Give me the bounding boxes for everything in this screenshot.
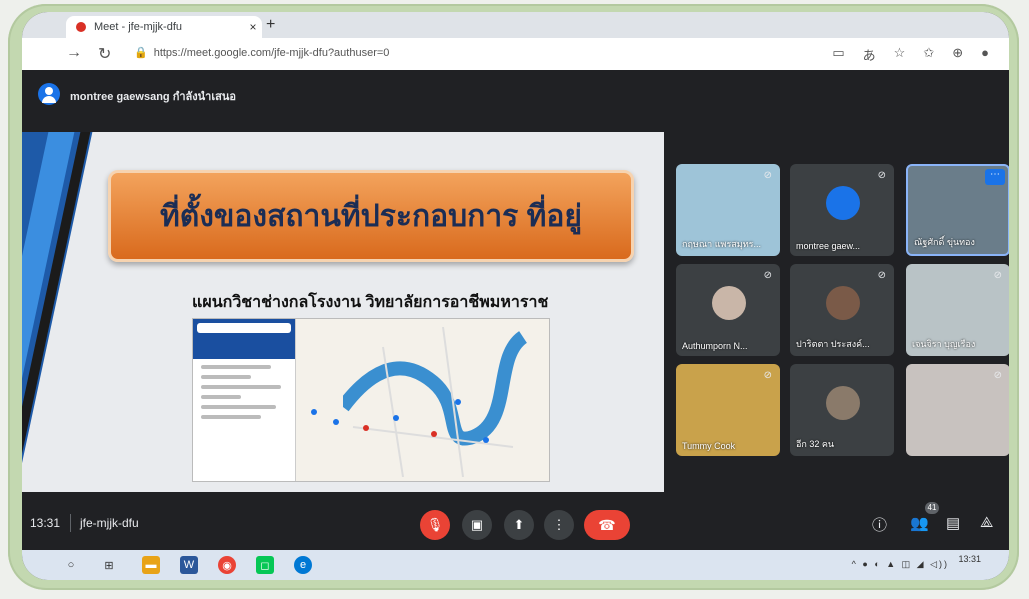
participant-tile[interactable]: ⊘ Tummy Cook xyxy=(676,364,780,456)
participant-name: ปาริตตา ประสงค์... xyxy=(796,339,870,349)
map-pin-icon xyxy=(455,399,461,405)
end-call-button[interactable]: ☎ xyxy=(584,510,630,540)
screen-cast-icon[interactable]: ▭ xyxy=(832,45,844,64)
meeting-code: jfe-mjjk-dfu xyxy=(80,516,139,530)
collections-icon[interactable]: ⊕ xyxy=(952,45,963,64)
slide-title-banner: ที่ตั้งของสถานที่ประกอบการ ที่อยู่ xyxy=(108,170,634,262)
mic-muted-icon: ⊘ xyxy=(993,370,1002,381)
system-tray-icons[interactable]: ^ ● ◐ ▲ ◫ ◢ ◁)) xyxy=(852,559,949,570)
line-icon[interactable]: ◻ xyxy=(256,556,274,574)
task-view-icon[interactable]: ⊞ xyxy=(100,556,118,574)
map-screenshot xyxy=(192,318,550,482)
activities-icon[interactable]: ⟁ xyxy=(980,514,993,531)
participant-avatar xyxy=(826,286,860,320)
screen: Meet - jfe-mjjk-dfu × + → ↻ 🔒 https://me… xyxy=(22,12,1009,580)
windows-taskbar: ○ ⊞ ▬ W ◉ ◻ e ^ ● ◐ ▲ ◫ ◢ ◁)) 13:31 xyxy=(22,550,1009,580)
more-options-icon[interactable]: ⋯ xyxy=(985,169,1005,185)
slide-subtitle: แผนกวิชาช่างกลโรงงาน วิทยาลัยการอาชีพมหา… xyxy=(192,294,549,311)
mic-muted-icon: ⊘ xyxy=(763,170,772,181)
map-side-panel xyxy=(193,319,296,481)
url-text: https://meet.google.com/jfe-mjjk-dfu?aut… xyxy=(153,46,390,59)
chat-icon[interactable]: ▤ xyxy=(946,514,960,532)
more-options-button[interactable]: ⋮ xyxy=(544,510,574,540)
participant-name: montree gaew... xyxy=(796,241,861,251)
presenter-avatar xyxy=(38,83,60,105)
present-screen-button[interactable]: ⬆ xyxy=(504,510,534,540)
mic-muted-icon: ⊘ xyxy=(877,270,886,281)
meeting-time: 13:31 xyxy=(30,516,61,530)
participant-avatar xyxy=(826,386,860,420)
participant-name: ณัฐศักดิ์ ขุ่นทอง xyxy=(914,237,975,247)
presenter-label: montree gaewsang กำลังนำเสนอ xyxy=(70,91,236,103)
participant-tile[interactable]: ⋯ ณัฐศักดิ์ ขุ่นทอง xyxy=(906,164,1009,256)
meet-header: montree gaewsang กำลังนำเสนอ xyxy=(22,70,1009,120)
map-pin-icon xyxy=(363,425,369,431)
map-pin-icon xyxy=(393,415,399,421)
participant-name: Tummy Cook xyxy=(682,441,736,451)
map-pin-icon xyxy=(483,437,489,443)
browser-tab-strip: Meet - jfe-mjjk-dfu × + xyxy=(22,12,1009,38)
presentation-slide: ที่ตั้งของสถานที่ประกอบการ ที่อยู่ แผนกว… xyxy=(22,132,664,492)
participant-tile[interactable]: ⊘ ปาริตตา ประสงค์... xyxy=(790,264,894,356)
participant-avatar xyxy=(712,286,746,320)
participant-tile[interactable]: ⊘ กฤษณา แพรสมุทร... xyxy=(676,164,780,256)
map-pin-icon xyxy=(311,409,317,415)
mic-muted-icon: ⊘ xyxy=(993,270,1002,281)
tab-close-icon[interactable]: × xyxy=(244,20,262,34)
map-search-box xyxy=(197,323,291,333)
map-pin-icon xyxy=(431,431,437,437)
meet-favicon-icon xyxy=(76,22,86,32)
taskbar-clock[interactable]: 13:31 xyxy=(958,554,981,564)
participant-tile[interactable]: ⊘ Authumporn N... xyxy=(676,264,780,356)
slide-title: ที่ตั้งของสถานที่ประกอบการ ที่อยู่ xyxy=(159,199,582,233)
browser-tab[interactable]: Meet - jfe-mjjk-dfu × xyxy=(66,16,262,38)
mic-muted-icon: ⊘ xyxy=(877,170,886,181)
participant-tile[interactable]: ⊘ montree gaew... xyxy=(790,164,894,256)
tab-title: Meet - jfe-mjjk-dfu xyxy=(94,21,183,33)
url-field[interactable]: 🔒 https://meet.google.com/jfe-mjjk-dfu?a… xyxy=(134,46,390,60)
new-tab-button[interactable]: + xyxy=(266,16,275,34)
participant-name: Authumporn N... xyxy=(682,341,748,351)
lock-icon: 🔒 xyxy=(134,47,148,59)
bookmark-star-icon[interactable]: ☆ xyxy=(894,45,906,64)
camera-button[interactable]: ▣ xyxy=(462,510,492,540)
meet-control-bar: 13:31 jfe-mjjk-dfu 🎙 ▣ ⬆ ⋮ ☎ ⓘ 👥 41 ▤ ⟁ xyxy=(22,500,1009,550)
participant-avatar xyxy=(826,186,860,220)
address-bar: → ↻ 🔒 https://meet.google.com/jfe-mjjk-d… xyxy=(22,38,1009,71)
map-pin-icon xyxy=(333,419,339,425)
participant-tile[interactable]: ⊘ เจนจิรา บุญเรือง xyxy=(906,264,1009,356)
people-icon[interactable]: 👥 xyxy=(910,514,929,532)
mic-muted-icon: ⊘ xyxy=(763,370,772,381)
profile-icon[interactable]: ● xyxy=(981,45,989,64)
participant-name: อีก 32 คน xyxy=(796,439,835,449)
file-explorer-icon[interactable]: ▬ xyxy=(142,556,160,574)
edge-icon[interactable]: e xyxy=(294,556,312,574)
info-icon[interactable]: ⓘ xyxy=(872,514,887,535)
word-icon[interactable]: W xyxy=(180,556,198,574)
chrome-icon[interactable]: ◉ xyxy=(218,556,236,574)
participant-tile-others[interactable]: อีก 32 คน xyxy=(790,364,894,456)
divider xyxy=(70,514,71,532)
translate-icon[interactable]: あ xyxy=(863,45,876,64)
favorites-icon[interactable]: ✩ xyxy=(923,45,934,64)
participant-tile[interactable]: ⊘ xyxy=(906,364,1009,456)
participant-name: กฤษณา แพรสมุทร... xyxy=(682,239,761,249)
mic-muted-icon: ⊘ xyxy=(763,270,772,281)
reload-icon[interactable]: ↻ xyxy=(98,44,111,64)
river-map-graphic xyxy=(343,327,528,477)
browser-toolbar-icons: ▭ あ ☆ ✩ ⊕ ● xyxy=(832,45,989,64)
search-icon[interactable]: ○ xyxy=(62,556,80,574)
back-arrow-icon[interactable]: → xyxy=(66,44,82,62)
participant-count-badge: 41 xyxy=(925,502,939,514)
mic-off-button[interactable]: 🎙 xyxy=(420,510,450,540)
participant-name: เจนจิรา บุญเรือง xyxy=(912,339,976,349)
